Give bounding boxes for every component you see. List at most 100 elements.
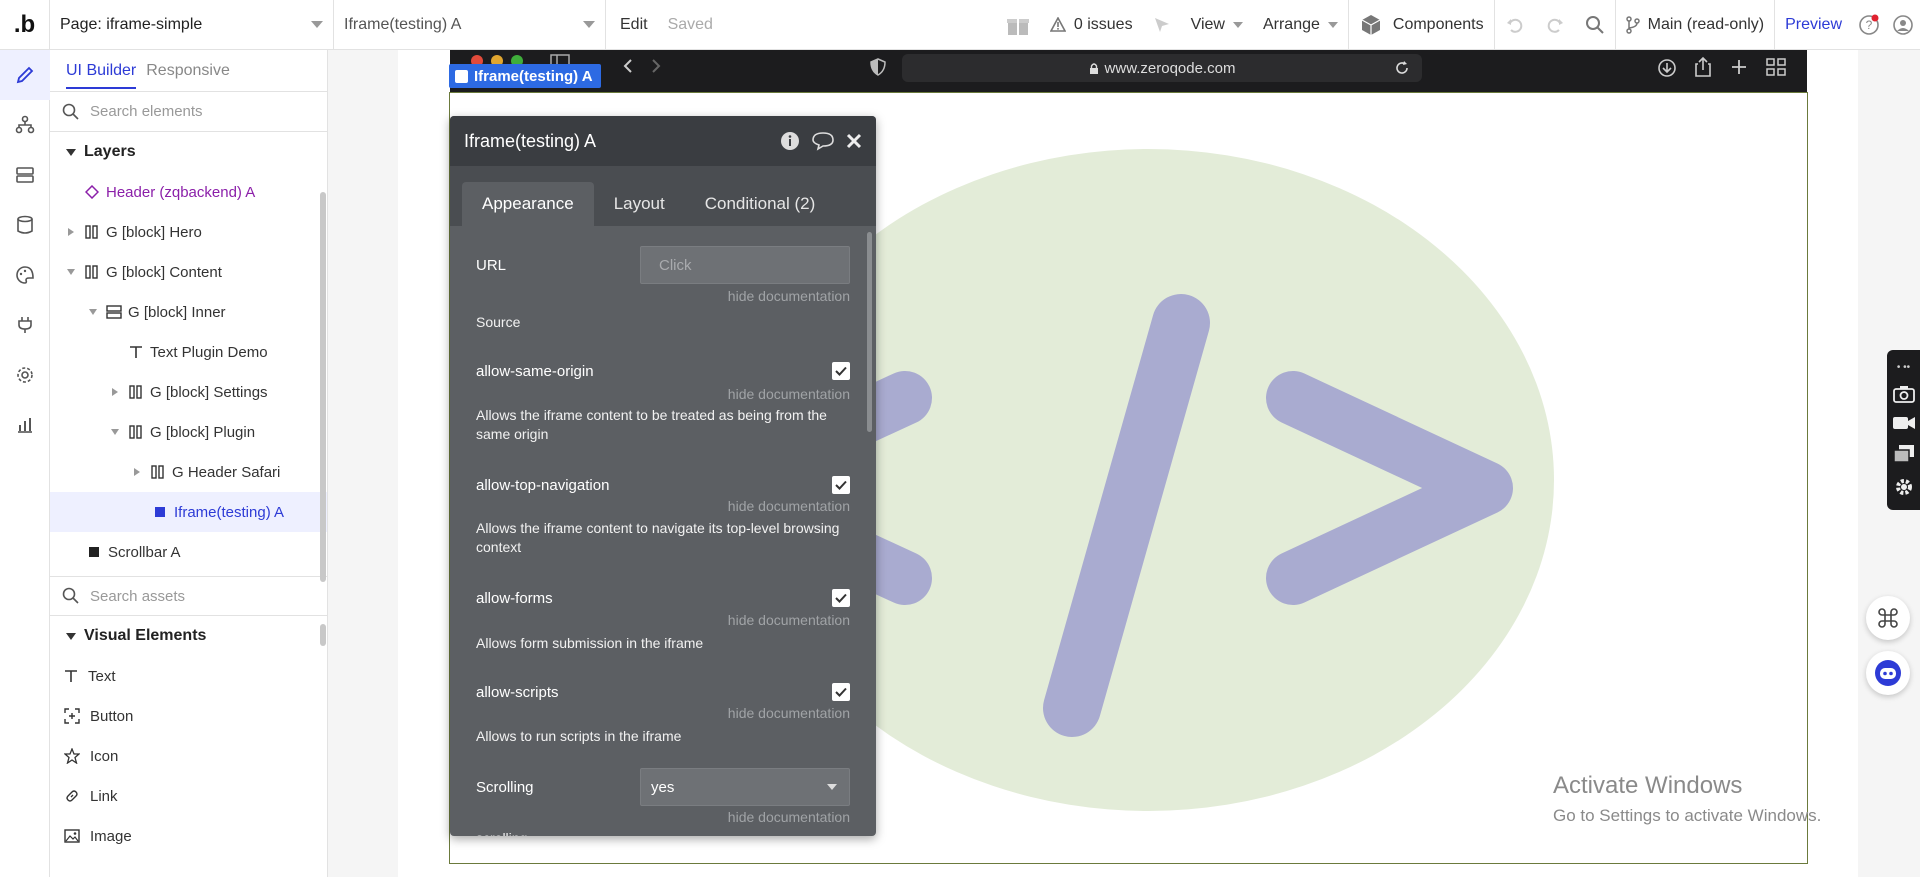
hide-documentation-link[interactable]: hide documentation [476,386,850,402]
search-icon [62,103,79,120]
caret-down-icon [66,148,76,156]
visual-element-label: Image [90,827,132,845]
layer-item-selected[interactable]: Iframe(testing) A [50,492,327,532]
layer-item[interactable]: G [block] Inner [50,292,327,332]
layer-item[interactable]: G Header Safari [50,452,327,492]
url-row: URL Click [476,246,850,284]
visual-element-link[interactable]: Link [50,776,327,816]
info-icon[interactable] [780,131,800,151]
chevron-down-icon [583,21,595,28]
search-icon[interactable] [1575,0,1616,50]
url-input[interactable]: Click [640,246,850,284]
collapse-icon[interactable] [86,309,100,315]
help-icon[interactable]: ? [1852,0,1886,50]
checkbox-icon [455,69,468,83]
visual-elements-header[interactable]: Visual Elements [50,616,327,656]
expand-icon[interactable] [64,228,78,236]
edit-menu[interactable]: Edit [606,0,658,50]
more-icon[interactable]: • •• [1897,362,1910,373]
collapse-icon[interactable] [64,269,78,275]
tab-ui-builder[interactable]: UI Builder [66,54,137,89]
design-tab-icon[interactable] [0,50,50,100]
layer-label: G [block] Hero [106,223,202,241]
assets-scrollbar[interactable] [320,624,326,646]
preview-button[interactable]: Preview [1774,0,1852,50]
text-icon [65,670,77,682]
gear-icon[interactable] [1893,476,1915,498]
search-assets-input[interactable]: Search assets [50,576,327,616]
components-button[interactable]: Components [1347,0,1495,50]
top-bar: .b Page: iframe-simple Iframe(testing) A… [0,0,1920,50]
allow-top-navigation-checkbox[interactable] [832,476,850,494]
link-icon [66,790,78,802]
arrange-menu[interactable]: Arrange [1253,0,1348,50]
visual-element-image[interactable]: Image [50,816,327,856]
visual-element-icon[interactable]: Icon [50,736,327,776]
camera-icon[interactable] [1892,385,1915,404]
activate-windows-subtitle: Go to Settings to activate Windows. [1553,806,1822,825]
layer-item[interactable]: G [block] Hero [50,212,327,252]
assistant-button[interactable] [1866,651,1910,695]
hide-documentation-link[interactable]: hide documentation [476,809,850,825]
option-description: Allows the iframe content to navigate it… [476,520,840,555]
close-icon[interactable] [846,133,862,149]
issues-indicator[interactable]: 0 issues [1040,0,1143,50]
element-selector[interactable]: Iframe(testing) A [334,0,606,50]
layer-item[interactable]: Scrollbar A [50,532,327,572]
account-icon[interactable] [1886,0,1920,50]
logs-tab-icon[interactable] [0,400,50,450]
editor-scrollbar[interactable] [867,232,872,432]
windows-icon[interactable] [1892,444,1915,464]
gift-icon[interactable] [996,0,1040,50]
hide-documentation-link[interactable]: hide documentation [476,498,850,514]
expand-icon[interactable] [108,388,122,396]
allow-scripts-checkbox[interactable] [832,683,850,701]
selected-element-label[interactable]: Iframe(testing) A [449,64,601,88]
tab-layout[interactable]: Layout [594,182,685,226]
tab-conditional[interactable]: Conditional (2) [685,182,836,226]
scrolling-dropdown[interactable]: yes [640,768,850,806]
redo-icon[interactable] [1535,0,1575,50]
search-elements-input[interactable]: Search elements [50,92,327,132]
styles-tab-icon[interactable] [0,250,50,300]
layer-label: G Header Safari [172,463,281,481]
branch-selector[interactable]: Main (read-only) [1616,0,1774,50]
layer-item[interactable]: G [block] Settings [50,372,327,412]
settings-tab-icon[interactable] [0,350,50,400]
page-selector[interactable]: Page: iframe-simple [50,0,334,50]
visual-element-button[interactable]: Button [50,696,327,736]
undo-icon[interactable] [1495,0,1535,50]
expand-icon[interactable] [130,468,144,476]
layer-item[interactable]: Header (zqbackend) A [50,172,327,212]
allow-same-origin-checkbox[interactable] [832,362,850,380]
hide-documentation-link[interactable]: hide documentation [476,705,850,721]
comment-icon[interactable] [812,131,834,151]
plugins-tab-icon[interactable] [0,300,50,350]
layer-item[interactable]: G [block] Plugin [50,412,327,452]
command-palette-button[interactable] [1866,596,1910,640]
layers-header[interactable]: Layers [50,132,327,172]
collapse-icon[interactable] [108,429,122,435]
editor-header[interactable]: Iframe(testing) A [450,116,876,166]
allow-forms-checkbox[interactable] [832,589,850,607]
layer-item[interactable]: G [block] Content [50,252,327,292]
bubble-logo[interactable]: .b [0,0,50,50]
shield-icon [870,58,886,76]
layer-label: G [block] Content [106,263,222,281]
view-menu[interactable]: View [1181,0,1253,50]
layers-scrollbar[interactable] [320,192,326,582]
layer-item[interactable]: Text Plugin Demo [50,332,327,372]
option-description: Allows the iframe content to be treated … [476,407,827,442]
data-tab-icon[interactable] [0,150,50,200]
hide-documentation-link[interactable]: hide documentation [476,288,850,304]
database-tab-icon[interactable] [0,200,50,250]
option-label: allow-scripts [476,683,559,701]
left-rail [0,50,50,877]
workflow-tab-icon[interactable] [0,100,50,150]
visual-element-text[interactable]: Text [50,656,327,696]
tab-responsive[interactable]: Responsive [146,54,230,88]
cursor-icon[interactable] [1143,0,1181,50]
tab-appearance[interactable]: Appearance [462,182,594,226]
video-icon[interactable] [1892,415,1916,431]
hide-documentation-link[interactable]: hide documentation [476,612,850,628]
